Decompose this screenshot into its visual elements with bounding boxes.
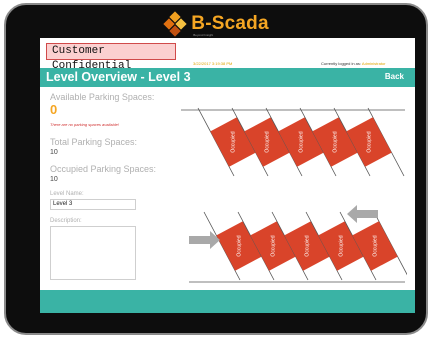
description-label: Description:	[50, 218, 82, 224]
login-user: Administrator	[361, 61, 386, 66]
arrow-left-icon	[347, 205, 378, 223]
space-status-label: Occupied	[230, 131, 236, 152]
space-status-label: Occupied	[304, 235, 310, 256]
parking-space[interactable]: Occupied	[352, 221, 398, 271]
confidential-banner: Customer Confidential	[46, 43, 176, 72]
available-spaces-value: 0	[50, 102, 58, 117]
no-spaces-warning: There are no parking spaces available!	[50, 122, 119, 127]
parking-row-bottom: Occupied Occupied Occupied Occupied Occupied	[203, 211, 407, 281]
available-spaces-label: Available Parking Spaces:	[50, 92, 155, 102]
parking-space[interactable]: Occupied	[284, 221, 330, 271]
title-bar: Level Overview - Level 3 Back	[40, 68, 415, 87]
parking-space[interactable]: Occupied	[318, 221, 364, 271]
brand-tagline: Beyond Insight	[193, 33, 214, 37]
level-name-label: Level Name:	[50, 191, 84, 197]
space-status-label: Occupied	[332, 131, 338, 152]
space-status-label: Occupied	[338, 235, 344, 256]
total-spaces-label: Total Parking Spaces:	[50, 137, 138, 147]
description-textarea[interactable]	[50, 226, 136, 280]
footer-bar	[40, 290, 415, 313]
brand-name: B-Scada	[191, 13, 269, 34]
app-screen: Customer Confidential 3/22/2017 3:19:38 …	[40, 38, 415, 313]
brand-header: B-Scada Beyond Insight	[6, 11, 426, 37]
total-spaces-value: 10	[50, 149, 58, 156]
login-prefix: Currently logged in as:	[321, 61, 362, 66]
space-status-label: Occupied	[264, 131, 270, 152]
b-scada-logo-icon	[163, 11, 187, 37]
current-datetime: 3/22/2017 3:19:38 PM	[193, 61, 233, 66]
back-button[interactable]: Back	[385, 72, 404, 81]
parking-row-top: Occupied Occupied Occupied Occupied Occupied	[197, 107, 405, 177]
page-title: Level Overview - Level 3	[46, 70, 191, 84]
parking-space[interactable]: Occupied	[346, 117, 392, 167]
login-status: Currently logged in as: Administrator	[321, 61, 385, 66]
space-status-label: Occupied	[372, 235, 378, 256]
parking-lot-map: Occupied Occupied Occupied Occupied Occupied…	[181, 107, 407, 283]
parking-space[interactable]: Occupied	[244, 117, 290, 167]
space-status-label: Occupied	[366, 131, 372, 152]
occupied-spaces-value: 10	[50, 176, 58, 183]
tablet-frame: B-Scada Beyond Insight Customer Confiden…	[4, 3, 428, 335]
parking-space[interactable]: Occupied	[250, 221, 296, 271]
parking-space[interactable]: Occupied	[278, 117, 324, 167]
space-status-label: Occupied	[270, 235, 276, 256]
space-status-label: Occupied	[298, 131, 304, 152]
parking-space[interactable]: Occupied	[216, 221, 262, 271]
space-status-label: Occupied	[236, 235, 242, 256]
parking-space[interactable]: Occupied	[210, 117, 256, 167]
parking-space[interactable]: Occupied	[312, 117, 358, 167]
level-name-input[interactable]: Level 3	[50, 199, 136, 210]
occupied-spaces-label: Occupied Parking Spaces:	[50, 164, 157, 174]
